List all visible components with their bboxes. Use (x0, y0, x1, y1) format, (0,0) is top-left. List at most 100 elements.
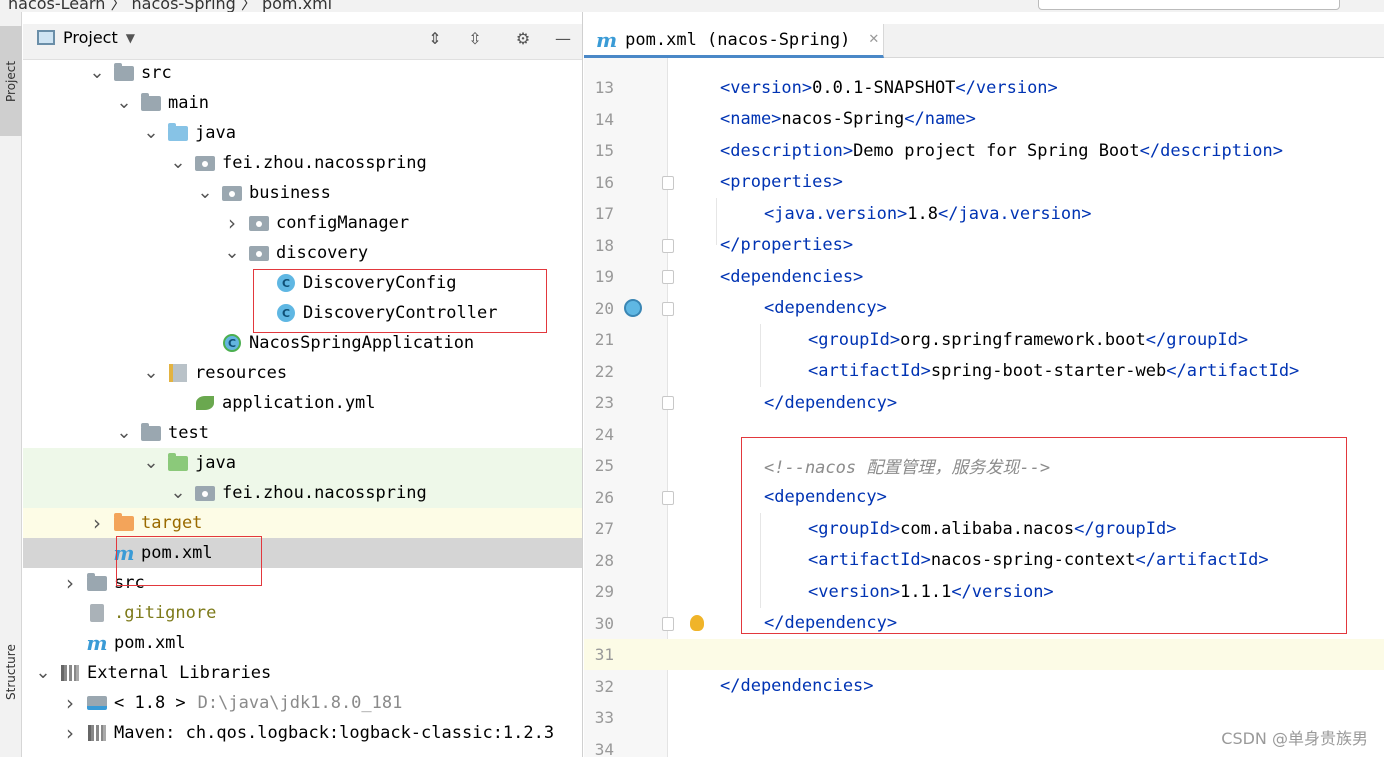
chevron-right-icon[interactable]: › (62, 571, 78, 595)
tree-item[interactable]: application.yml (23, 388, 582, 418)
fold-marker-icon[interactable] (662, 270, 674, 284)
line-number: 30 (594, 613, 614, 633)
tree-item-label: resources (195, 363, 288, 383)
watermark: CSDN @单身贵族男 (1221, 729, 1368, 748)
chevron-down-icon[interactable]: ⌄ (224, 244, 240, 262)
chevron-down-icon[interactable]: ⌄ (35, 664, 51, 682)
tree-item[interactable]: ⌄ fei.zhou.nacosspring (23, 478, 582, 508)
dependency-gutter-icon[interactable] (624, 298, 642, 317)
code-line[interactable]: 31 (584, 639, 1384, 670)
project-tool-tab[interactable]: Project (0, 26, 22, 136)
tree-item[interactable]: ⌄ main (23, 88, 582, 118)
code-line[interactable]: 13 <version>0.0.1-SNAPSHOT</version> (584, 72, 1384, 103)
line-number: 20 (594, 298, 614, 318)
chevron-down-icon[interactable]: ⌄ (197, 184, 213, 202)
tree-item[interactable]: ⌄ src (23, 58, 582, 88)
xml-tag: </dependencies> (720, 676, 874, 696)
fold-marker-icon[interactable] (662, 396, 674, 410)
line-number: 23 (594, 393, 614, 412)
tree-item[interactable]: › src (23, 568, 582, 598)
tree-item[interactable]: m pom.xml (23, 538, 582, 568)
tree-item[interactable]: ⌄ java (23, 118, 582, 148)
code-line[interactable]: 16 <properties> (584, 167, 1384, 198)
chevron-down-icon[interactable]: ⌄ (170, 154, 186, 172)
spring-boot-class-icon: C (221, 334, 243, 352)
tree-item[interactable]: ⌄ External Libraries (23, 658, 582, 688)
line-number: 26 (594, 487, 614, 507)
xml-tag: <java.version> (764, 203, 908, 224)
chevron-down-icon[interactable]: ⌄ (116, 424, 132, 442)
tree-item[interactable]: › target (23, 508, 582, 538)
chevron-down-icon[interactable]: ⌄ (116, 94, 132, 112)
code-line[interactable]: 20 <dependency> (584, 293, 1384, 324)
code-line[interactable]: 18 </properties> (584, 230, 1384, 261)
gear-icon[interactable]: ⚙ (513, 28, 533, 50)
xml-value: 0.0.1-SNAPSHOT (812, 77, 956, 98)
fold-marker-icon[interactable] (662, 238, 674, 253)
code-line[interactable]: 32 </dependencies> (584, 671, 1384, 702)
code-text: </dependency> (764, 393, 897, 413)
chevron-right-icon[interactable]: › (224, 211, 240, 235)
code-line[interactable]: 15 <description>Demo project for Spring B… (584, 135, 1384, 166)
code-line[interactable]: 22 <artifactId>spring-boot-starter-web</a… (584, 356, 1384, 387)
expand-all-icon[interactable]: ⇕ (425, 28, 445, 50)
excluded-folder-icon (113, 512, 135, 532)
project-tool-window: Project ▼ ⇕ ⇳ ⚙ — ⌄ src ⌄ main ⌄ java ⌄ fei.zho… (23, 12, 583, 757)
code-text: <description>Demo project for Spring Boo… (720, 141, 1283, 161)
code-text: </properties> (720, 235, 853, 255)
tree-item-label: discovery (276, 243, 369, 263)
project-tool-tab-label: Project (4, 60, 18, 102)
code-line[interactable]: 14 <name>nacos-Spring</name> (584, 104, 1384, 135)
collapse-all-icon[interactable]: ⇳ (465, 28, 485, 50)
tree-item[interactable]: ⌄ business (23, 178, 582, 208)
chevron-down-icon[interactable]: ⌄ (143, 124, 159, 142)
xml-tag: <properties> (720, 172, 843, 192)
code-text: <artifactId>spring-boot-starter-web</art… (808, 361, 1299, 381)
highlight-box-pom (116, 536, 262, 586)
fold-marker-icon[interactable] (662, 490, 674, 505)
tree-item[interactable]: › < 1.8 > D:\java\jdk1.8.0_181 (23, 688, 582, 718)
tree-item[interactable]: ⌄ test (23, 418, 582, 448)
tree-item[interactable]: ⌄ java (23, 448, 582, 478)
structure-tool-tab[interactable]: Structure (0, 622, 22, 722)
project-view-selector[interactable]: Project ▼ (37, 28, 135, 47)
chevron-right-icon[interactable]: › (62, 691, 78, 715)
code-line[interactable]: 19 <dependencies> (584, 261, 1384, 292)
breadcrumb[interactable]: nacos-Learn 〉 nacos-Spring 〉 pom.xml (8, 0, 332, 12)
tree-item[interactable]: .gitignore (23, 598, 582, 628)
line-number: 31 (594, 645, 614, 664)
lightbulb-icon[interactable] (690, 614, 704, 631)
maven-icon: m (86, 631, 108, 655)
line-number: 15 (594, 141, 614, 160)
chevron-down-icon: ▼ (125, 30, 135, 45)
hide-panel-icon[interactable]: — (553, 28, 573, 50)
chevron-right-icon[interactable]: › (62, 721, 78, 745)
chevron-right-icon[interactable]: › (89, 511, 105, 535)
tree-item-detail: D:\java\jdk1.8.0_181 (197, 693, 403, 713)
code-line[interactable]: 23 </dependency> (584, 387, 1384, 418)
code-line[interactable]: 21 <groupId>org.springframework.boot</gro… (584, 324, 1384, 355)
tree-item[interactable]: ⌄ fei.zhou.nacosspring (23, 148, 582, 178)
tree-item[interactable]: › configManager (23, 208, 582, 238)
library-icon (86, 724, 108, 742)
chevron-down-icon[interactable]: ⌄ (170, 484, 186, 502)
tree-item-label: Maven: ch.qos.logback:logback-classic:1.… (114, 723, 555, 743)
xml-value: nacos-Spring (781, 109, 905, 129)
tree-item[interactable]: ⌄ resources (23, 358, 582, 388)
tree-item[interactable]: m pom.xml (23, 628, 582, 658)
chevron-down-icon[interactable]: ⌄ (143, 454, 159, 472)
fold-marker-icon[interactable] (662, 175, 674, 190)
chevron-down-icon[interactable]: ⌄ (143, 364, 159, 382)
fold-marker-icon[interactable] (662, 616, 674, 631)
tree-item[interactable]: ⌄ discovery (23, 238, 582, 268)
tree-item[interactable]: › Maven: ch.qos.logback:logback-classic:1… (23, 718, 582, 748)
fold-marker-icon[interactable] (662, 301, 674, 316)
run-configuration-selector[interactable] (1038, 0, 1340, 10)
code-text: <java.version>1.8</java.version> (764, 204, 1092, 224)
code-line[interactable]: 17 <java.version>1.8</java.version> (584, 198, 1384, 229)
line-number: 16 (594, 172, 614, 192)
chevron-down-icon[interactable]: ⌄ (89, 64, 105, 82)
xml-tag: <artifactId> (808, 361, 931, 381)
xml-tag: </properties> (720, 235, 854, 255)
tree-item-label: fei.zhou.nacosspring (222, 483, 427, 503)
